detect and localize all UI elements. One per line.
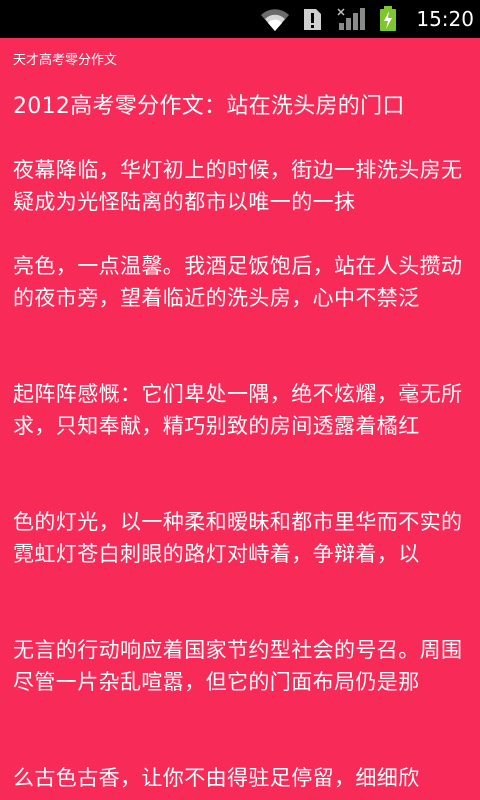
article-paragraph: 无言的行动响应着国家节约型社会的号召。周围尽管一片杂乱喧嚣，但它的门面布局仍是那: [13, 638, 463, 694]
article-paragraph: 色的灯光，以一种柔和暧昧和都市里华而不实的霓虹灯苍白刺眼的路灯对峙着，争辩着，以: [13, 510, 463, 566]
article-paragraph: 起阵阵感慨：它们卑处一隅，绝不炫耀，毫无所求，只知奉献，精巧别致的房间透露着橘红: [13, 382, 463, 438]
article-title: 2012高考零分作文：站在洗头房的门口: [13, 94, 405, 119]
article-paragraph: 么古色古香，让你不由得驻足停留，细细欣: [13, 766, 420, 790]
sim-alert-icon: [304, 9, 321, 30]
article-paragraph: 夜幕降临，华灯初上的时候，街边一排洗头房无疑成为光怪陆离的都市以唯一的一抹: [13, 158, 463, 214]
status-time: 15:20: [416, 7, 474, 31]
signal-icon: [337, 8, 365, 30]
wifi-icon: [261, 9, 289, 32]
status-bar: 15:20: [0, 0, 480, 38]
app-title: 天才高考零分作文: [13, 53, 118, 68]
article-paragraph: 亮色，一点温馨。我酒足饭饱后，站在人头攒动的夜市旁，望着临近的洗头房，心中不禁泛: [13, 254, 463, 310]
app-bar: 天才高考零分作文: [0, 38, 480, 84]
battery-charging-icon: [380, 6, 396, 31]
